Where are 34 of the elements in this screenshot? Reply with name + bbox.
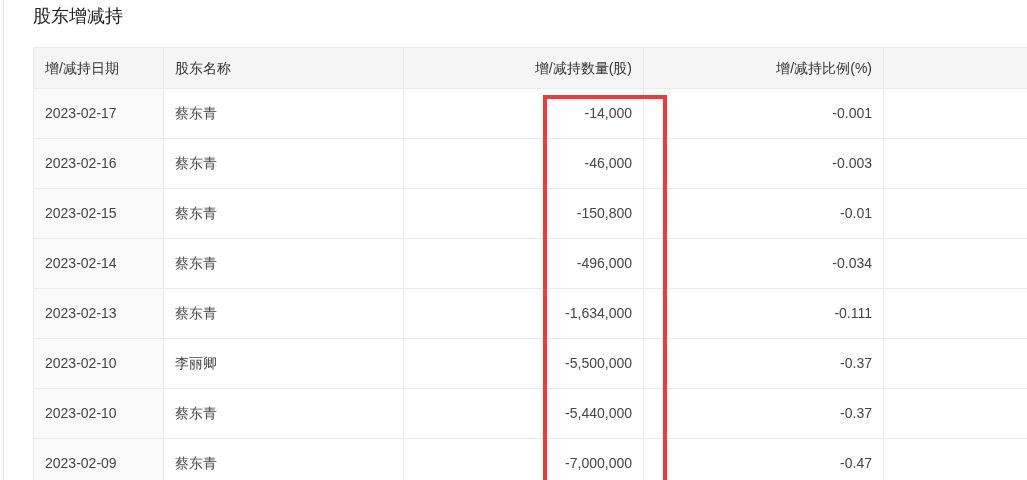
table-cell: -0.37 [643, 388, 884, 439]
table-cell: 2023-02-09 [33, 438, 164, 480]
table-cell: -150,800 [403, 188, 644, 239]
table-cell: 2023-02-13 [33, 288, 164, 339]
table-cell: -0.37 [643, 338, 884, 389]
table-cell: 2023-02-10 [33, 388, 164, 439]
table-cell: -0.01 [643, 188, 884, 239]
table-cell: 蔡东青 [163, 288, 404, 339]
table-cell: -46,000 [403, 138, 644, 189]
table-cell: 2023-02-15 [33, 188, 164, 239]
table-cell: 2023-02-17 [33, 88, 164, 139]
column-header: 股东名称 [163, 47, 404, 89]
table-cell: 2023-02-16 [33, 138, 164, 189]
section-title: 股东增减持 [33, 5, 124, 28]
table-cell: -5,500,000 [403, 338, 644, 389]
table-cell: 蔡东青 [163, 138, 404, 189]
table-cell: 蔡东青 [163, 88, 404, 139]
table-cell: -0.034 [643, 238, 884, 289]
table-cell: 蔡东青 [163, 188, 404, 239]
table-cell: -0.001 [643, 88, 884, 139]
table-cell: 蔡东青 [163, 238, 404, 289]
table-cell: -0.111 [643, 288, 884, 339]
table-cell: -0.003 [643, 138, 884, 189]
table-cell: -5,440,000 [403, 388, 644, 439]
column-header: 增/减持日期 [33, 47, 164, 89]
table-cell: -14,000 [403, 88, 644, 139]
column-header: 增/减持数量(股) [403, 47, 644, 89]
table-cell: 2023-02-14 [33, 238, 164, 289]
table-cell: -496,000 [403, 238, 644, 289]
table-cell: 李丽卿 [163, 338, 404, 389]
table-cell: -1,634,000 [403, 288, 644, 339]
table-cell: 2023-02-10 [33, 338, 164, 389]
column-header: 增/减持比例(%) [643, 47, 884, 89]
table-cell: 蔡东青 [163, 388, 404, 439]
